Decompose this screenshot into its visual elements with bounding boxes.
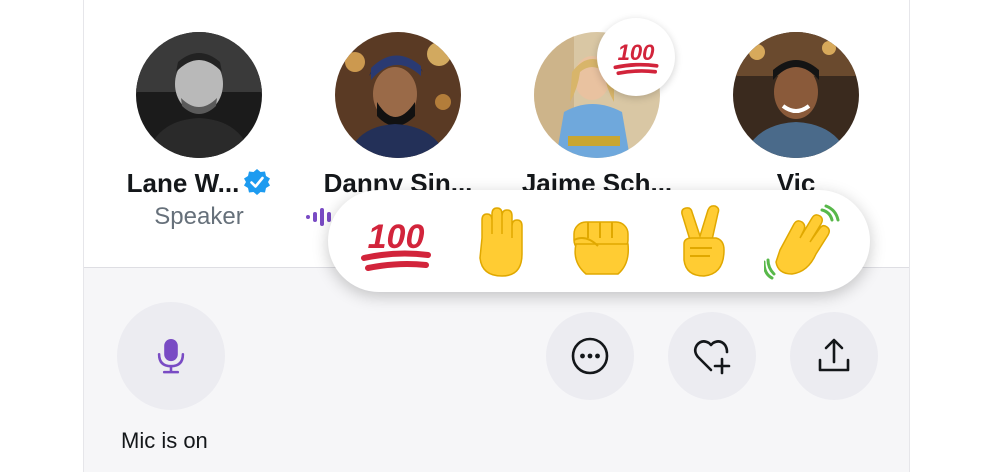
mic-button[interactable] (117, 302, 225, 410)
avatar (733, 32, 859, 158)
reaction-raised-hand[interactable] (462, 204, 538, 280)
more-dots-icon (571, 337, 609, 375)
svg-text:100: 100 (368, 218, 425, 256)
victory-hand-icon (681, 205, 725, 277)
reaction-raised-fist[interactable] (562, 204, 638, 280)
speaker-role: Speaker (154, 203, 244, 230)
more-button[interactable] (546, 312, 634, 400)
heart-plus-icon (693, 340, 731, 375)
speaker-tile-1[interactable]: Lane W... Speaker (99, 32, 299, 232)
space-panel: Lane W... Speaker Danny Sin... Jaime Sch… (83, 0, 910, 472)
mic-status-label: Mic is on (121, 428, 208, 453)
svg-text:100: 100 (618, 40, 656, 65)
hundred-points-icon: 100 (613, 40, 659, 76)
reaction-100[interactable]: 100 (358, 204, 434, 280)
reaction-waving-hand[interactable] (764, 204, 840, 280)
speaker-tile-2[interactable]: Danny Sin... (298, 32, 498, 198)
hundred-points-icon: 100 (361, 218, 431, 271)
speaker-tile-4[interactable]: Vic (696, 32, 896, 198)
reaction-badge: 100 (597, 18, 675, 96)
avatar (136, 32, 262, 158)
waving-hand-icon (764, 204, 840, 280)
person-photo-bw-icon (136, 32, 262, 158)
share-button[interactable] (790, 312, 878, 400)
speaker-name: Lane W... (126, 168, 240, 198)
favorite-button[interactable] (668, 312, 756, 400)
person-photo-smiling-icon (733, 32, 859, 158)
verified-badge-icon (244, 169, 271, 195)
raised-hand-icon (479, 207, 523, 277)
share-icon (818, 338, 850, 372)
reaction-picker: 100 (328, 190, 870, 292)
raised-fist-icon (573, 221, 630, 275)
person-photo-turban-icon (335, 32, 461, 158)
microphone-icon (157, 339, 185, 374)
reaction-victory-hand[interactable] (666, 204, 742, 280)
avatar (335, 32, 461, 158)
